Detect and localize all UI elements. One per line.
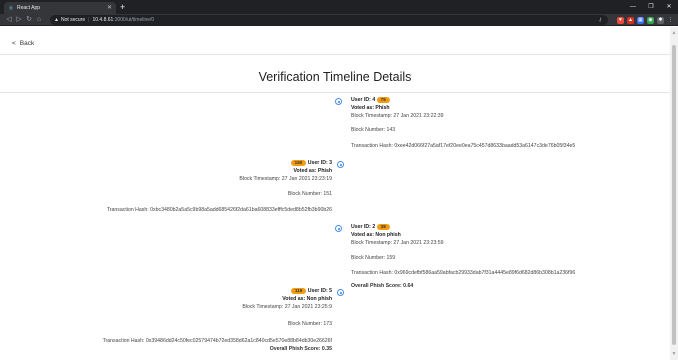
timeline-marker-icon	[337, 161, 344, 168]
home-icon[interactable]: ⌂	[34, 14, 44, 26]
entry-block-number: Block Number: 159	[351, 255, 396, 261]
score-badge: 115	[290, 288, 307, 294]
timeline-marker-icon	[335, 98, 342, 105]
chevron-left-icon: <	[12, 40, 16, 47]
header-divider	[0, 54, 670, 55]
extension-icon[interactable]: ▦	[637, 16, 644, 24]
browser-window: ⚛ React App ✕ + — ❐ ✕ ◁ ▷ ↻ ⌂ ▲ Not secu…	[0, 0, 678, 360]
title-divider	[0, 92, 670, 93]
tab-title: React App	[17, 5, 41, 11]
security-status: Not secure	[60, 17, 86, 23]
back-button[interactable]: < Back	[12, 40, 34, 47]
user-id: User ID: 4	[351, 97, 376, 103]
extensions-area: ♥ ▲ ▦ ◉ ✱ ⋮	[617, 15, 674, 25]
page-title: Verification Timeline Details	[258, 70, 412, 84]
key-icon[interactable]: ⚷	[598, 17, 602, 23]
overall-phish-score: Overall Phish Score: 0.35	[269, 346, 332, 352]
extension-icon[interactable]: ◉	[647, 16, 654, 24]
entry-user: 150 User ID: 3	[290, 160, 332, 166]
back-label: Back	[19, 40, 35, 47]
user-id: User ID: 2	[351, 224, 376, 230]
forward-arrow-icon[interactable]: ▷	[14, 14, 24, 26]
minimize-icon[interactable]: —	[624, 0, 642, 14]
scroll-up-icon[interactable]: ▲	[670, 29, 678, 37]
entry-user: User ID: 2 38	[351, 224, 390, 230]
user-id: User ID: 5	[307, 288, 332, 294]
address-bar[interactable]: ▲ Not secure | 10.4.8.61 :3000/ut/timeli…	[50, 15, 608, 25]
timeline-entry: User ID: 4 75 Voted as: Phish Block Time…	[335, 97, 641, 157]
entry-block-number: Block Number: 143	[351, 127, 396, 133]
timeline-marker-icon	[335, 225, 342, 232]
entry-block-number: Block Number: 151	[287, 191, 332, 197]
score-badge: 75	[376, 97, 390, 103]
url-path: :3000/ut/timeline/0	[113, 17, 155, 23]
extension-icon[interactable]: ♥	[617, 16, 624, 24]
react-icon: ⚛	[8, 5, 14, 12]
tab-react-app[interactable]: ⚛ React App ✕	[4, 2, 116, 14]
scrollbar-thumb[interactable]	[672, 45, 676, 345]
tab-strip: ⚛ React App ✕ + — ❐ ✕	[0, 0, 678, 14]
entry-user: 115 User ID: 5	[290, 288, 332, 294]
score-badge: 38	[376, 224, 390, 230]
entry-transaction-hash: Transaction Hash: 0x969cdefbf586aa59abfa…	[351, 270, 576, 276]
reload-icon[interactable]: ↻	[24, 14, 34, 26]
overall-phish-score: Overall Phish Score: 0.64	[351, 283, 414, 289]
entry-vote: Voted as: Phish	[351, 105, 390, 111]
entry-block-number: Block Number: 173	[287, 321, 332, 327]
scroll-down-icon[interactable]: ▼	[670, 350, 678, 358]
entry-transaction-hash: Transaction Hash: 0xee42d066f27a5af17ef2…	[351, 143, 576, 149]
url-host: 10.4.8.61	[92, 17, 114, 23]
entry-timestamp: Block Timestamp: 27 Jan 2021 23:23:59	[351, 240, 444, 246]
entry-vote: Voted as: Non phish	[351, 232, 401, 238]
puzzle-icon[interactable]: ✱	[657, 16, 664, 24]
page-content: < Back Verification Timeline Details Use…	[0, 27, 670, 360]
entry-timestamp: Block Timestamp: 27 Jan 2021 23:25:9	[242, 304, 332, 310]
close-window-icon[interactable]: ✕	[660, 0, 678, 14]
user-id: User ID: 3	[307, 160, 332, 166]
entry-vote: Voted as: Non phish	[282, 296, 332, 302]
entry-timestamp: Block Timestamp: 27 Jan 2021 23:23:19	[239, 176, 332, 182]
page-scrollbar[interactable]: ▲ ▼	[670, 27, 678, 360]
entry-transaction-hash: Transaction Hash: 0xbc3480b2a5a5c9b98a5a…	[106, 207, 332, 213]
url-separator: |	[88, 17, 90, 23]
back-arrow-icon[interactable]: ◁	[4, 14, 14, 26]
menu-icon[interactable]: ⋮	[667, 17, 674, 24]
warning-icon: ▲	[54, 17, 59, 23]
timeline-entry: 150 User ID: 3 Voted as: Phish Block Tim…	[40, 160, 344, 220]
entry-vote: Voted as: Phish	[293, 168, 332, 174]
extension-icon[interactable]: ▲	[627, 16, 634, 24]
browser-toolbar: ◁ ▷ ↻ ⌂ ▲ Not secure | 10.4.8.61 :3000/u…	[0, 14, 678, 26]
entry-transaction-hash: Transaction Hash: 0x39486dd24c50fec02579…	[102, 338, 332, 344]
timeline-entry: 115 User ID: 5 Voted as: Non phish Block…	[40, 288, 344, 348]
close-tab-icon[interactable]: ✕	[107, 4, 112, 11]
window-controls: — ❐ ✕	[624, 0, 678, 14]
timeline-marker-icon	[337, 289, 344, 296]
maximize-icon[interactable]: ❐	[642, 0, 660, 14]
entry-timestamp: Block Timestamp: 27 Jan 2021 23:22:39	[351, 113, 444, 119]
entry-user: User ID: 4 75	[351, 97, 390, 103]
timeline-entry: User ID: 2 38 Voted as: Non phish Block …	[335, 224, 641, 284]
score-badge: 150	[290, 160, 307, 166]
new-tab-button[interactable]: +	[120, 1, 125, 13]
